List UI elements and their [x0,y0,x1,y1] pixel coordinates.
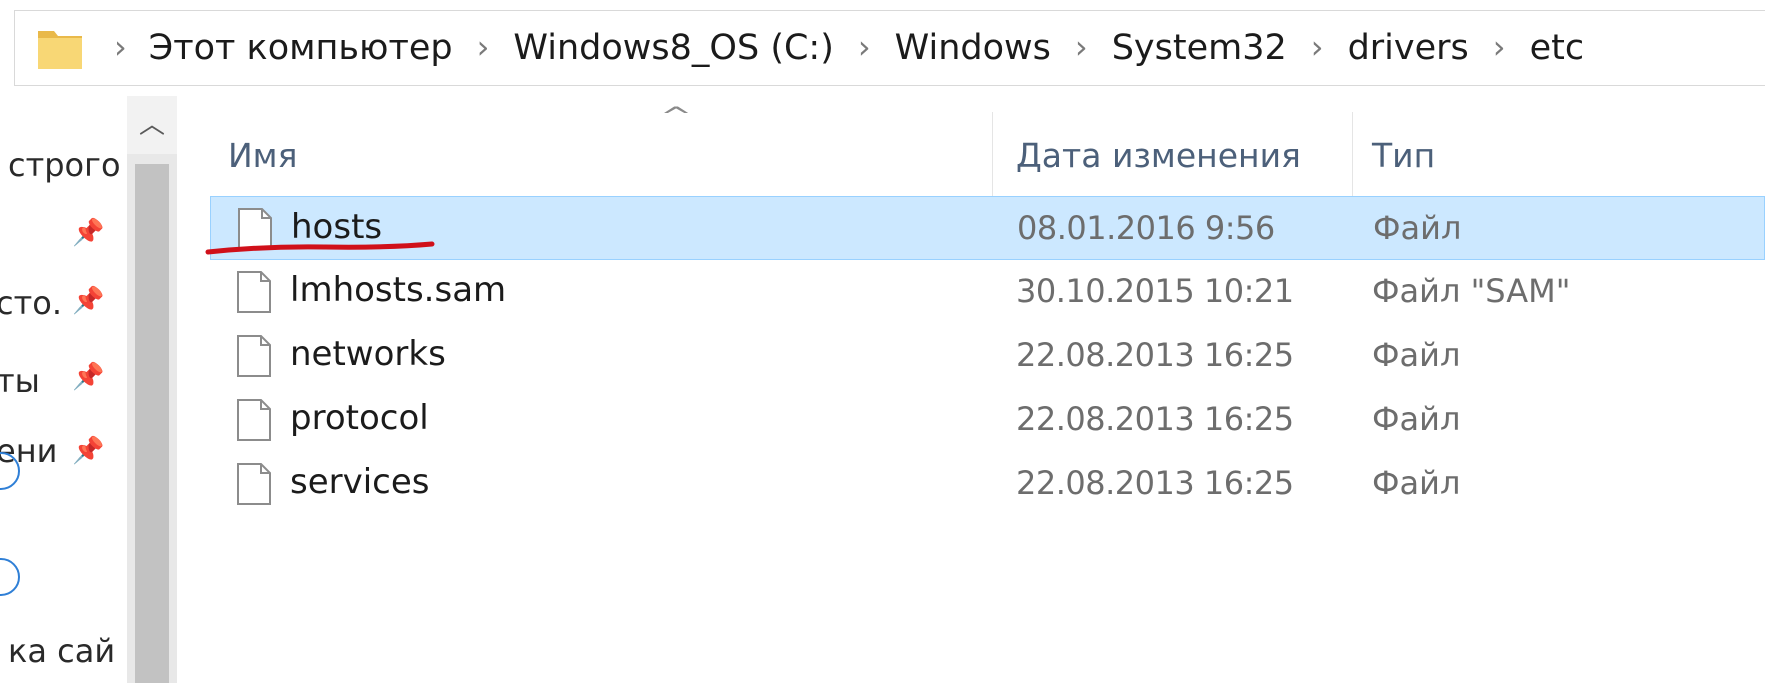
file-name[interactable]: networks [290,334,446,374]
file-name[interactable]: services [290,462,430,502]
breadcrumb-system32[interactable]: System32 [1112,28,1287,68]
file-icon [237,335,271,377]
table-row[interactable]: services 22.08.2013 16:25 Файл [210,452,1765,516]
chevron-right-icon[interactable]: › [1493,28,1506,66]
breadcrumb-c-drive[interactable]: Windows8_OS (C:) [513,28,833,68]
file-type: Файл [1372,400,1461,438]
file-icon [237,463,271,505]
breadcrumb: › Этот компьютер › Windows8_OS (C:) › Wi… [100,11,1584,85]
chevron-right-icon[interactable]: › [1311,28,1324,66]
file-type: Файл "SAM" [1372,272,1571,310]
file-icon [237,399,271,441]
file-date: 30.10.2015 10:21 [1016,272,1294,310]
scroll-thumb[interactable] [135,164,169,683]
breadcrumb-this-pc[interactable]: Этот компьютер [149,28,453,68]
nav-item[interactable]: сто. [0,284,62,322]
breadcrumb-windows[interactable]: Windows [895,28,1051,68]
column-header-name[interactable]: Имя [228,136,297,175]
pin-icon[interactable]: 📌 [72,436,104,466]
sort-ascending-icon: ^ [659,102,693,130]
file-icon [237,271,271,313]
column-divider[interactable] [1352,112,1353,202]
file-name[interactable]: lmhosts.sam [290,270,506,310]
chevron-right-icon[interactable]: › [858,28,871,66]
file-date: 22.08.2013 16:25 [1016,464,1294,502]
address-bar[interactable]: › Этот компьютер › Windows8_OS (C:) › Wi… [14,10,1765,86]
pin-icon[interactable]: 📌 [72,218,104,248]
nav-item[interactable]: ка сай [8,632,115,670]
table-row[interactable]: hosts 08.01.2016 9:56 Файл [210,196,1765,260]
breadcrumb-drivers[interactable]: drivers [1348,28,1469,68]
column-divider[interactable] [992,112,993,202]
file-date: 22.08.2013 16:25 [1016,336,1294,374]
folder-icon [38,31,82,69]
table-row[interactable]: protocol 22.08.2013 16:25 Файл [210,388,1765,452]
chevron-right-icon[interactable]: › [477,28,490,66]
chevron-right-icon[interactable]: › [1075,28,1088,66]
file-list: ^ Имя Дата изменения Тип hosts 08.01.201… [176,96,1765,683]
table-row[interactable]: lmhosts.sam 30.10.2015 10:21 Файл "SAM" [210,260,1765,324]
file-type: Файл [1372,464,1461,502]
scroll-up-icon[interactable]: ︿ [127,96,177,154]
file-date: 22.08.2013 16:25 [1016,400,1294,438]
pin-icon[interactable]: 📌 [72,362,104,392]
nav-item[interactable]: строго [8,146,121,184]
annotation-underline [205,241,435,255]
file-type: Файл [1372,336,1461,374]
file-date: 08.01.2016 9:56 [1017,209,1275,247]
file-name[interactable]: protocol [290,398,429,438]
column-header-date[interactable]: Дата изменения [1016,136,1301,175]
nav-item[interactable]: ты [0,362,40,400]
chevron-right-icon[interactable]: › [114,28,127,66]
breadcrumb-etc[interactable]: etc [1530,28,1585,68]
nav-scrollbar[interactable]: ︿ [127,96,177,683]
file-type: Файл [1373,209,1462,247]
column-header-type[interactable]: Тип [1372,136,1435,175]
pin-icon[interactable]: 📌 [72,286,104,316]
table-row[interactable]: networks 22.08.2013 16:25 Файл [210,324,1765,388]
